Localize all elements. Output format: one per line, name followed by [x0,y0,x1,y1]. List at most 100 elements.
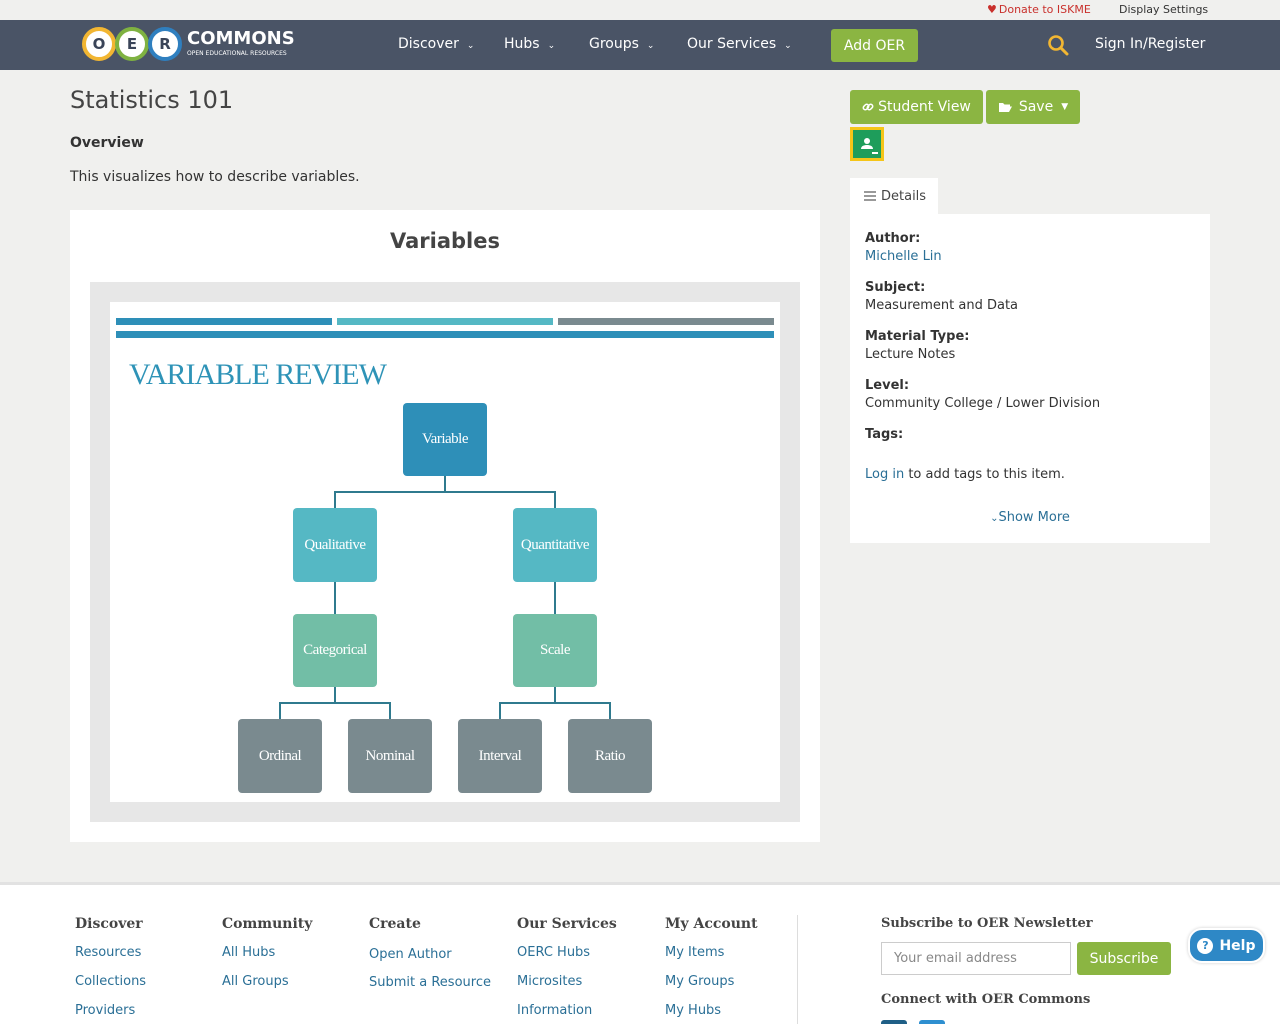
save-button[interactable]: Save ▼ [986,90,1080,124]
connector-line [554,491,556,509]
show-more-link[interactable]: ⌄Show More [850,510,1210,525]
node-qualitative: Qualitative [293,508,377,582]
save-label: Save [1018,99,1054,115]
add-oer-button[interactable]: Add OER [831,29,918,62]
student-view-label: Student View [878,99,971,115]
chevron-down-icon: ⌄ [547,41,556,51]
logo-letter-e: E [115,27,149,61]
caret-down-icon: ▼ [1061,102,1069,112]
google-classroom-button[interactable] [850,127,884,161]
sign-in-register-link[interactable]: Sign In/Register [1095,36,1205,52]
connector-line [554,687,556,703]
author-link[interactable]: Michelle Lin [865,249,942,264]
footer-link-open-author[interactable]: Open Author [369,947,452,962]
slide-bar-full [116,331,774,338]
nav-discover-label: Discover [398,36,459,52]
link-icon [862,103,874,111]
connector-line [499,702,611,704]
site-footer: Discover Resources Collections Providers… [0,882,1280,1024]
newsletter-heading: Subscribe to OER Newsletter [881,916,1093,931]
image-frame: VARIABLE REVIEW Variable Qualitative Qua… [90,282,800,822]
footer-heading-my-account: My Account [665,916,758,932]
connector-line [444,476,446,492]
chevron-down-icon: ⌄ [466,41,475,51]
list-icon [864,191,876,201]
tab-details-label: Details [881,188,927,204]
connector-line [334,687,336,703]
folder-open-icon [998,103,1012,112]
logo-letter-o: O [82,27,116,61]
footer-link-submit-resource[interactable]: Submit a Resource [369,975,491,990]
card-title: Variables [390,229,500,253]
slide-bar-3 [558,318,774,325]
login-link[interactable]: Log in [865,467,904,482]
tags-label: Tags: [865,427,904,442]
connector-line [279,702,281,720]
material-type-label: Material Type: [865,329,970,344]
tags-login-text: Log in to add tags to this item. [865,467,1065,482]
slide-title: VARIABLE REVIEW [129,358,387,391]
chevron-down-icon: ⌄ [646,41,655,51]
nav-our-services[interactable]: Our Services ⌄ [687,36,792,52]
oer-commons-logo[interactable]: O E R COMMONS OPEN EDUCATIONAL RESOURCES [82,26,295,62]
google-classroom-icon [853,130,881,158]
footer-heading-create: Create [369,916,421,932]
help-button[interactable]: ? Help [1188,928,1265,963]
footer-link-my-groups[interactable]: My Groups [665,974,734,989]
footer-link-oerc-hubs[interactable]: OERC Hubs [517,945,590,960]
footer-link-my-hubs[interactable]: My Hubs [665,1003,721,1018]
connect-heading: Connect with OER Commons [881,992,1091,1007]
level-label: Level: [865,378,910,393]
footer-link-providers[interactable]: Providers [75,1003,135,1018]
node-interval: Interval [458,719,542,793]
footer-link-my-items[interactable]: My Items [665,945,724,960]
details-panel: Author: Michelle Lin Subject: Measuremen… [850,214,1210,543]
page-title: Statistics 101 [70,86,234,114]
footer-link-all-hubs[interactable]: All Hubs [222,945,275,960]
node-variable: Variable [403,403,487,476]
slide-bar-1 [116,318,332,325]
subscribe-button[interactable]: Subscribe [1077,942,1171,975]
logo-word: COMMONS [187,28,295,49]
footer-link-all-groups[interactable]: All Groups [222,974,289,989]
nav-hubs[interactable]: Hubs ⌄ [504,36,555,52]
connector-line [609,702,611,720]
slide-bar-2 [337,318,553,325]
subject-value: Measurement and Data [865,298,1019,313]
footer-link-microsites[interactable]: Microsites [517,974,582,989]
display-settings-link[interactable]: Display Settings [1119,3,1208,16]
node-categorical: Categorical [293,614,377,687]
student-view-button[interactable]: Student View [850,90,983,124]
tab-details[interactable]: Details [850,178,938,214]
connector-line [279,702,391,704]
facebook-icon[interactable] [881,1020,907,1024]
footer-link-collections[interactable]: Collections [75,974,146,989]
subject-label: Subject: [865,280,926,295]
login-rest-text: to add tags to this item. [904,467,1065,482]
node-nominal: Nominal [348,719,432,793]
nav-groups[interactable]: Groups ⌄ [589,36,654,52]
footer-heading-community: Community [222,916,313,932]
connector-line [389,702,391,720]
connector-line [334,582,336,615]
material-type-value: Lecture Notes [865,347,956,362]
nav-discover[interactable]: Discover ⌄ [398,36,474,52]
newsletter-email-input[interactable]: Your email address [881,942,1071,975]
overview-heading: Overview [70,135,144,151]
connector-line [334,491,556,493]
connector-line [334,491,336,509]
footer-link-information[interactable]: Information [517,1003,592,1018]
connector-line [554,582,556,615]
question-circle-icon: ? [1197,937,1214,954]
footer-heading-discover: Discover [75,916,143,932]
footer-link-resources[interactable]: Resources [75,945,141,960]
nav-groups-label: Groups [589,36,639,52]
level-value: Community College / Lower Division [865,396,1101,411]
logo-tagline: OPEN EDUCATIONAL RESOURCES [187,50,287,57]
search-icon[interactable] [1047,34,1069,56]
overview-text: This visualizes how to describe variable… [70,169,360,185]
chevron-down-icon: ⌄ [784,41,792,51]
node-ratio: Ratio [568,719,652,793]
twitter-icon[interactable] [919,1020,945,1024]
donate-link[interactable]: ♥ Donate to ISKME [987,3,1091,16]
